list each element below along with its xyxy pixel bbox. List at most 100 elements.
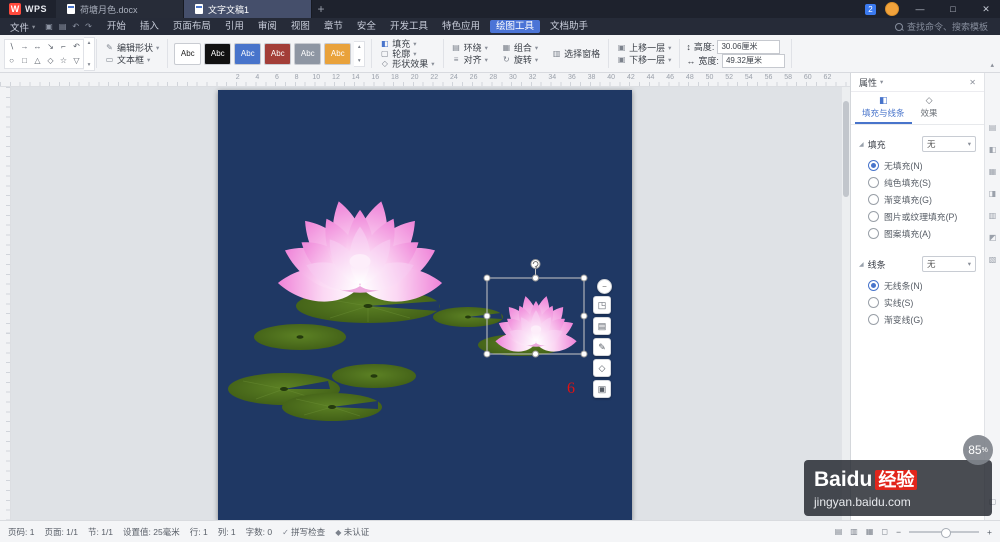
- rotate-handle[interactable]: [530, 259, 541, 269]
- resize-handle-nw[interactable]: [483, 274, 491, 282]
- pane-icon-4[interactable]: ◨: [989, 189, 997, 198]
- line-type-select[interactable]: 无 ▾: [922, 256, 976, 272]
- fill-type-select[interactable]: 无 ▾: [922, 136, 976, 152]
- pane-icon-6[interactable]: ◩: [989, 233, 997, 242]
- editor-workspace[interactable]: 6 − ◳ ▤ ✎ ◇ ▣: [0, 87, 850, 520]
- zoom-slider-knob[interactable]: [940, 527, 951, 538]
- radio-gradient-fill[interactable]: 渐变填充(G): [859, 191, 976, 208]
- menu-item-section[interactable]: 章节: [317, 18, 350, 35]
- menu-item-security[interactable]: 安全: [350, 18, 383, 35]
- menu-item-references[interactable]: 引用: [218, 18, 251, 35]
- pane-icon-5[interactable]: ▥: [989, 211, 997, 220]
- pane-icon-3[interactable]: ▦: [989, 167, 997, 176]
- shape-line-icon[interactable]: ∖: [5, 40, 18, 54]
- shape-style-swatch[interactable]: Abc: [324, 42, 352, 65]
- close-button[interactable]: ✕: [974, 0, 998, 18]
- shape-effects-button[interactable]: ◇ 形状效果 ▾: [378, 59, 436, 69]
- zoom-in-button[interactable]: +: [987, 527, 992, 537]
- shape-gallery[interactable]: ∖ → ↔ ↘ ⌐ ↶ ○ □ △ ◇ ☆ ▽: [4, 38, 84, 69]
- quick-wrap-button[interactable]: ▤: [593, 317, 611, 335]
- textbox-button[interactable]: ▭ 文本框 ▾: [103, 54, 161, 65]
- wrap-button[interactable]: ▤ 环绕 ▾: [450, 42, 490, 53]
- menu-item-page-layout[interactable]: 页面布局: [166, 18, 218, 35]
- shape-square-icon[interactable]: □: [18, 54, 31, 68]
- menu-item-insert[interactable]: 插入: [133, 18, 166, 35]
- edit-shape-button[interactable]: ✎ 编辑形状 ▾: [103, 42, 161, 53]
- quick-style-button[interactable]: ◇: [593, 359, 611, 377]
- file-menu[interactable]: 文件 ▾: [0, 20, 45, 34]
- shape-circle-icon[interactable]: ○: [5, 54, 18, 68]
- new-tab-button[interactable]: +: [312, 2, 330, 16]
- resize-handle-se[interactable]: [580, 350, 588, 358]
- shape-arrow-icon[interactable]: →: [18, 40, 31, 54]
- document-page[interactable]: 6 − ◳ ▤ ✎ ◇ ▣: [218, 90, 632, 520]
- menu-item-dev-tools[interactable]: 开发工具: [383, 18, 435, 35]
- tab-fill-and-line[interactable]: ◧ 填充与线条: [855, 92, 912, 124]
- user-avatar[interactable]: [885, 2, 899, 16]
- quick-more-button[interactable]: ▣: [593, 380, 611, 398]
- spellcheck-toggle[interactable]: ✓ 拼写检查: [282, 526, 325, 538]
- radio-no-fill[interactable]: 无填充(N): [859, 157, 976, 174]
- shape-style-swatch[interactable]: Abc: [174, 42, 202, 65]
- radio-no-line[interactable]: 无线条(N): [859, 277, 976, 294]
- send-backward-button[interactable]: ▣ 下移一层 ▾: [615, 54, 673, 65]
- gallery-up-icon[interactable]: ▴: [358, 44, 361, 50]
- menu-item-special-features[interactable]: 特色应用: [435, 18, 487, 35]
- menu-item-review[interactable]: 审阅: [251, 18, 284, 35]
- height-input[interactable]: 30.06厘米: [717, 39, 781, 54]
- rotate-button[interactable]: ↻ 旋转 ▾: [500, 54, 540, 65]
- print-icon[interactable]: ▤: [59, 22, 67, 31]
- message-count-badge[interactable]: 2: [865, 3, 876, 15]
- shape-star-icon[interactable]: ☆: [57, 54, 70, 68]
- shape-triangle-icon[interactable]: △: [31, 54, 44, 68]
- horizontal-ruler[interactable]: 2 4 6 8 10 12 14 16 18 20 22 24 26 28 30 32 34 36 38 40 42 44…: [0, 73, 850, 87]
- radio-solid-fill[interactable]: 纯色填充(S): [859, 174, 976, 191]
- menu-item-home[interactable]: 开始: [100, 18, 133, 35]
- view-page-icon[interactable]: ▤: [835, 527, 843, 536]
- large-lotus-shape[interactable]: [277, 197, 442, 303]
- zoom-slider[interactable]: [909, 527, 980, 538]
- resize-handle-sw[interactable]: [483, 350, 491, 358]
- shape-style-swatch[interactable]: Abc: [294, 42, 322, 65]
- bring-forward-button[interactable]: ▣ 上移一层 ▾: [615, 42, 673, 53]
- selection-pane-button[interactable]: ▥ 选择窗格: [550, 48, 602, 59]
- line-section-header[interactable]: ◢ 线条 无 ▾: [859, 256, 976, 272]
- fill-section-header[interactable]: ◢ 填充 无 ▾: [859, 136, 976, 152]
- group-button[interactable]: ▦ 组合 ▾: [500, 42, 540, 53]
- menu-item-drawing-tools-active[interactable]: 绘图工具: [489, 20, 540, 33]
- quick-edit-button[interactable]: ✎: [593, 338, 611, 356]
- view-web-icon[interactable]: ▦: [866, 527, 874, 536]
- style-gallery-scroll[interactable]: ▴ ▾: [354, 40, 366, 67]
- save-icon[interactable]: ▣: [45, 22, 53, 31]
- shape-style-swatch[interactable]: Abc: [234, 42, 262, 65]
- step-number-text[interactable]: 6: [567, 380, 575, 397]
- command-search[interactable]: 查找命令、搜索模板: [894, 20, 1000, 33]
- document-tab-1[interactable]: 荷塘月色.docx: [56, 0, 185, 18]
- panel-close-icon[interactable]: ✕: [969, 78, 976, 87]
- shape-curve-icon[interactable]: ↶: [70, 40, 83, 54]
- resize-handle-s[interactable]: [532, 350, 539, 358]
- document-tab-2-active[interactable]: 文字文稿1: [184, 0, 313, 18]
- minimize-button[interactable]: —: [908, 0, 932, 18]
- radio-picture-texture-fill[interactable]: 图片或纹理填充(P): [859, 208, 976, 225]
- wps-logo[interactable]: W WPS: [0, 3, 56, 15]
- shape-diamond-icon[interactable]: ◇: [44, 54, 57, 68]
- certification-status[interactable]: ◆ 未认证: [335, 526, 369, 538]
- small-lotus-shape[interactable]: [495, 294, 577, 353]
- resize-handle-e[interactable]: [580, 312, 588, 320]
- view-fullscreen-icon[interactable]: ◻: [881, 527, 888, 536]
- width-input[interactable]: 49.32厘米: [721, 53, 785, 68]
- shape-double-arrow-icon[interactable]: ↔: [31, 40, 44, 54]
- gallery-up-icon[interactable]: ▴: [88, 40, 91, 46]
- undo-icon[interactable]: ↶: [72, 22, 79, 31]
- gallery-down-icon[interactable]: ▾: [88, 62, 91, 68]
- collapse-ribbon-icon[interactable]: ▴: [990, 61, 994, 69]
- menu-item-doc-assistant[interactable]: 文档助手: [543, 18, 595, 35]
- view-outline-icon[interactable]: ▥: [850, 527, 858, 536]
- quick-layout-button[interactable]: ◳: [593, 296, 611, 314]
- radio-pattern-fill[interactable]: 图案填充(A): [859, 225, 976, 242]
- shape-down-triangle-icon[interactable]: ▽: [70, 54, 83, 68]
- pane-icon-2[interactable]: ◧: [989, 145, 997, 154]
- menu-item-view[interactable]: 视图: [284, 18, 317, 35]
- chevron-down-icon[interactable]: ▾: [880, 78, 883, 86]
